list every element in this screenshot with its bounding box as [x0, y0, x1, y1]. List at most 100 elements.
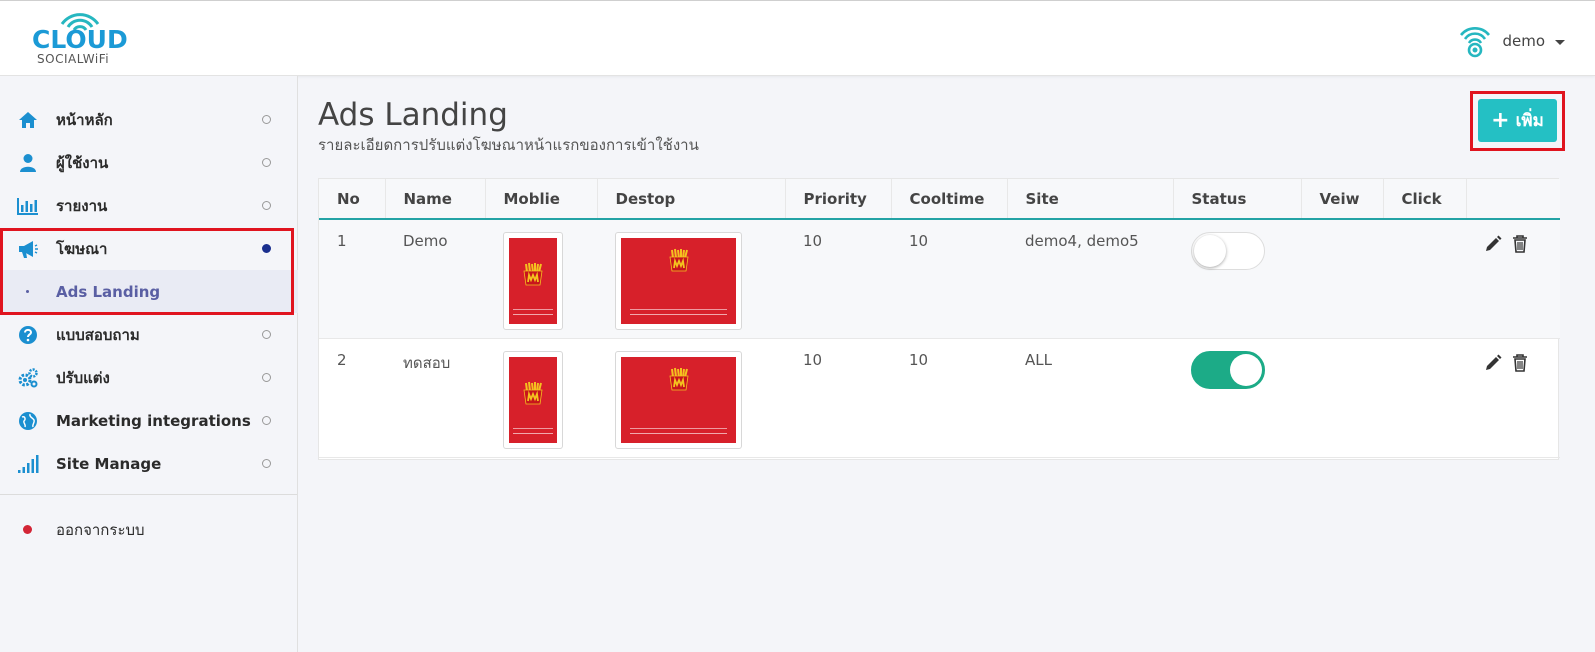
sidebar-item-label: ผู้ใช้งาน	[56, 153, 109, 172]
logout-label: ออกจากระบบ	[56, 521, 145, 539]
plus-icon: +	[1491, 107, 1510, 133]
page-subtitle: รายละเอียดการปรับแต่งโฆษณาหน้าแรกของการเ…	[318, 136, 699, 154]
sidebar-subitem-ads-landing[interactable]: Ads Landing	[0, 270, 298, 313]
cell-site: demo4, demo5	[1025, 232, 1139, 250]
cell-name: ทดสอบ	[403, 353, 451, 372]
cell-cooltime: 10	[909, 350, 929, 369]
sidebar-item-survey[interactable]: แบบสอบถาม	[0, 313, 298, 356]
cell-no: 2	[337, 350, 347, 369]
chevron-down-icon	[1555, 39, 1565, 45]
active-dot	[262, 244, 271, 253]
ad-caption-line	[630, 432, 727, 434]
cell-site: ALL	[1025, 350, 1052, 369]
sidebar-item-home[interactable]: หน้าหลัก	[0, 98, 298, 141]
sidebar-item-label: แบบสอบถาม	[56, 325, 140, 344]
desktop-ad-thumbnail[interactable]	[615, 350, 742, 449]
ad-caption-line	[512, 309, 554, 311]
cell-name: Demo	[403, 232, 448, 250]
mobile-ad-thumbnail[interactable]	[503, 232, 563, 330]
cell-view	[1301, 338, 1383, 457]
column-header: Moblie	[485, 179, 598, 219]
add-button[interactable]: + เพิ่ม	[1478, 99, 1557, 142]
logo[interactable]: CLOUD SOCIALWiFi	[30, 9, 132, 67]
globe-icon	[19, 412, 37, 430]
sidebar: หน้าหลัก ผู้ใช้งาน รายงาน โฆษณา Ads Land…	[0, 76, 298, 652]
bar-chart-icon	[17, 198, 38, 215]
status-toggle[interactable]	[1191, 350, 1265, 389]
cell-click	[1383, 219, 1466, 338]
cell-view	[1301, 219, 1383, 338]
ad-image	[621, 238, 736, 324]
cell-actions	[1466, 338, 1560, 457]
status-dot	[262, 459, 271, 468]
edit-icon[interactable]	[1484, 354, 1502, 372]
ad-caption-line	[512, 314, 554, 316]
sidebar-item-users[interactable]: ผู้ใช้งาน	[0, 141, 298, 184]
ads-table: No Name Moblie Destop Priority Cooltime …	[318, 178, 1560, 460]
column-header: Veiw	[1301, 179, 1384, 219]
page-title: Ads Landing	[318, 97, 508, 133]
desktop-ad-thumbnail[interactable]	[615, 232, 742, 330]
status-toggle[interactable]	[1191, 232, 1265, 270]
ad-caption-line	[512, 432, 554, 434]
add-button-label: เพิ่ม	[1515, 111, 1544, 131]
main-content: Ads Landing รายละเอียดการปรับแต่งโฆษณาหน…	[298, 76, 1595, 652]
ad-image	[621, 356, 736, 443]
column-header: Cooltime	[891, 179, 1008, 219]
sidebar-item-label: รายงาน	[56, 196, 108, 215]
divider	[0, 494, 297, 495]
fries-logo-icon	[669, 367, 688, 391]
cell-no: 1	[337, 232, 347, 250]
status-dot	[262, 115, 271, 124]
ad-caption-line	[630, 314, 727, 316]
sidebar-item-label: โฆษณา	[56, 239, 108, 258]
status-dot	[262, 330, 271, 339]
table-header-row: No Name Moblie Destop Priority Cooltime …	[319, 179, 1560, 219]
mobile-ad-thumbnail[interactable]	[503, 350, 563, 449]
highlight-box: + เพิ่ม	[1470, 91, 1565, 151]
top-header: CLOUD SOCIALWiFi demo	[0, 0, 1595, 76]
status-dot	[262, 416, 271, 425]
user-menu[interactable]: demo	[1458, 23, 1565, 59]
status-dot	[262, 201, 271, 210]
sidebar-item-reports[interactable]: รายงาน	[0, 184, 298, 227]
sidebar-item-ads[interactable]: โฆษณา	[0, 227, 298, 270]
logo-text: CLOUD	[32, 25, 128, 54]
cell-priority: 10	[803, 350, 823, 369]
logout-dot-icon	[23, 525, 32, 534]
column-header: No	[319, 179, 386, 219]
trash-icon[interactable]	[1512, 235, 1528, 253]
ad-image	[509, 238, 557, 324]
sidebar-item-site-manage[interactable]: Site Manage	[0, 442, 298, 485]
sidebar-item-label: Site Manage	[56, 454, 162, 473]
edit-icon[interactable]	[1484, 235, 1502, 253]
question-icon	[19, 326, 37, 344]
cell-priority: 10	[803, 232, 823, 250]
home-icon	[19, 112, 37, 128]
ad-caption-line	[630, 309, 727, 311]
table-row: 1 Demo 10 10 demo4, demo5	[319, 219, 1560, 338]
bullet-icon	[26, 290, 29, 293]
column-header: Site	[1007, 179, 1174, 219]
logout-button[interactable]: ออกจากระบบ	[0, 506, 298, 549]
column-header	[1466, 179, 1560, 219]
toggle-knob	[1230, 353, 1262, 386]
trash-icon[interactable]	[1512, 353, 1528, 372]
sidebar-item-marketing-integrations[interactable]: Marketing integrations	[0, 399, 298, 442]
username: demo	[1502, 32, 1545, 50]
signal-icon	[18, 455, 39, 473]
status-dot	[262, 158, 271, 167]
cell-cooltime: 10	[909, 232, 929, 250]
sidebar-item-customize[interactable]: ปรับแต่ง	[0, 356, 298, 399]
cogs-icon	[18, 368, 38, 388]
fries-logo-icon	[523, 262, 543, 286]
sidebar-item-label: Ads Landing	[56, 282, 161, 301]
ad-image	[509, 356, 557, 443]
column-header: Priority	[785, 179, 892, 219]
cell-desktop	[597, 338, 785, 457]
megaphone-icon	[19, 241, 38, 258]
fries-logo-icon	[669, 249, 688, 272]
cell-actions	[1466, 219, 1560, 338]
sidebar-item-label: ปรับแต่ง	[56, 368, 110, 387]
fries-logo-icon	[523, 381, 543, 404]
